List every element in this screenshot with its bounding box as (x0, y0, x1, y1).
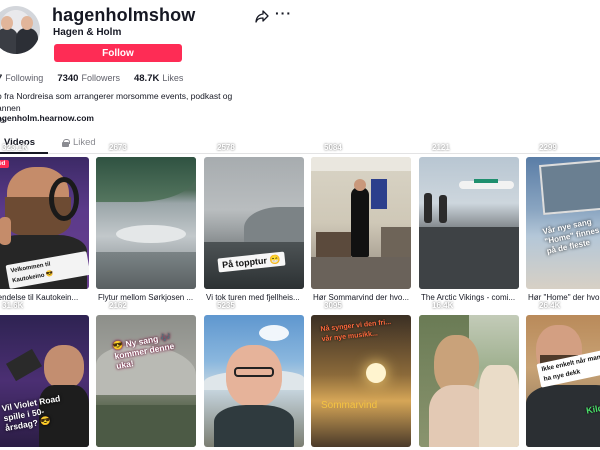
play-icon (531, 144, 536, 151)
stat-likes: 48.7K Likes (134, 73, 183, 84)
tab-active-indicator (0, 152, 48, 154)
view-count: 2299 (531, 143, 557, 152)
view-count: 16.4K (424, 301, 453, 310)
lock-icon (62, 138, 70, 147)
profile-link[interactable]: agenholm.hearnow.com (0, 113, 94, 123)
video-thumbnail: Vil Violet Road spille i 50-årsdag? 😎 (0, 315, 89, 447)
followers-label: Followers (81, 73, 120, 83)
video-thumbnail (96, 157, 196, 289)
view-count: 2162 (101, 301, 127, 310)
video-thumbnail: Ikke enkelt når man skal ha nye dekk Kil… (526, 315, 600, 447)
likes-count: 48.7K (133, 73, 160, 84)
view-count: 5235 (209, 301, 235, 310)
video-thumbnail (419, 315, 519, 447)
likes-label: Likes (162, 73, 184, 83)
share-icon[interactable] (255, 9, 269, 23)
video-thumbnail (311, 157, 411, 289)
video-thumbnail: 😎 Ny sang 🎶 kommer denne uka! (96, 315, 196, 447)
view-count: 3095 (316, 301, 342, 310)
view-count: 31.6K (2, 301, 24, 310)
followers-count: 7340 (57, 73, 79, 84)
following-label: Following (5, 73, 44, 83)
play-icon (316, 302, 321, 309)
stat-followers[interactable]: 7340 Followers (57, 73, 120, 84)
video-thumbnail: Nå synger vi den fri... vår nye musikk..… (311, 315, 411, 447)
view-count: 323.1K (2, 143, 28, 152)
follow-button[interactable]: Follow (54, 44, 182, 62)
play-icon (424, 144, 429, 151)
play-icon (316, 144, 321, 151)
view-count: 2121 (424, 143, 450, 152)
play-icon (209, 144, 214, 151)
profile-tabs: Videos Liked (0, 136, 600, 154)
tab-liked-label: Liked (73, 137, 96, 148)
profile-username: hagenholmshow (52, 5, 196, 25)
play-icon (209, 302, 214, 309)
profile-stats: 7Following 7340Followers 48.7KLikes (0, 73, 183, 84)
video-thumbnail: På topptur 😁 (204, 157, 304, 289)
video-overlay-text-2: Sommarvind (321, 400, 378, 411)
play-icon (101, 144, 106, 151)
video-thumbnail: Vår nye sang "Home" finnes nå på de fles… (526, 157, 600, 289)
view-count: 2673 (101, 143, 127, 152)
view-count: 2578 (209, 143, 235, 152)
video-thumbnail: Velkommen til Kautokeino 😎 (0, 157, 89, 289)
play-icon (531, 302, 536, 309)
video-overlay-text: Nå synger vi den fri... vår nye musikk..… (320, 318, 392, 344)
play-icon (101, 302, 106, 309)
tab-liked[interactable]: Liked (62, 137, 96, 148)
more-icon[interactable]: ··· (275, 5, 292, 21)
video-thumbnail (419, 157, 519, 289)
profile-nickname: Hagen & Holm (53, 27, 122, 38)
following-count: 7 (0, 73, 2, 84)
view-count: 5084 (316, 143, 342, 152)
view-count: 26.4K (531, 301, 560, 310)
stat-following[interactable]: 7Following (0, 73, 43, 84)
video-thumbnail (204, 315, 304, 447)
play-icon (424, 302, 429, 309)
live-badge: nned (0, 160, 10, 168)
video-overlay-text: Vår nye sang "Home" finnes nå på de fles… (541, 217, 600, 256)
avatar[interactable] (0, 6, 40, 54)
